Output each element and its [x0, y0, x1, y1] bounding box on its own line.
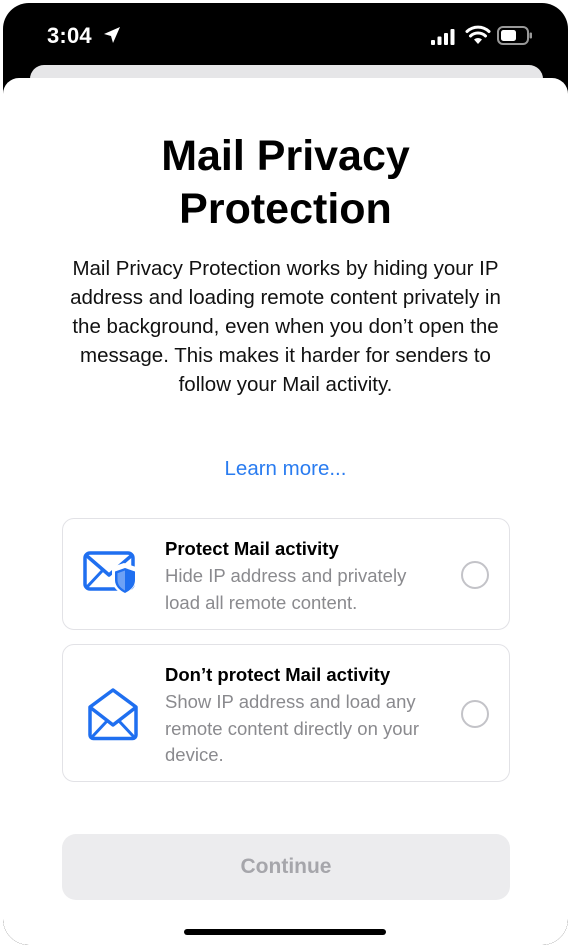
home-indicator	[184, 929, 386, 935]
privacy-sheet: Mail Privacy Protection Mail Privacy Pro…	[3, 78, 568, 945]
learn-more-link[interactable]: Learn more...	[3, 457, 568, 481]
description-text: Mail Privacy Protection works by hiding …	[70, 257, 501, 396]
battery-icon	[497, 26, 532, 45]
wifi-icon	[465, 25, 491, 44]
radio-button[interactable]	[461, 700, 489, 728]
phone-screen: 3:04 Mail Privacy Protection Mail Privac…	[3, 3, 568, 945]
radio-button[interactable]	[461, 561, 489, 589]
option-protect-mail-activity[interactable]: Protect Mail activity Hide IP address an…	[62, 518, 510, 630]
status-bar: 3:04	[3, 3, 568, 65]
option-title: Don’t protect Mail activity	[165, 664, 391, 685]
envelope-shield-icon	[83, 551, 136, 595]
option-text: Don’t protect Mail activity Show IP addr…	[165, 661, 445, 769]
option-description: Show IP address and load any remote cont…	[165, 691, 419, 765]
option-dont-protect-mail-activity[interactable]: Don’t protect Mail activity Show IP addr…	[62, 644, 510, 782]
cellular-signal-icon	[431, 29, 455, 45]
option-title: Protect Mail activity	[165, 538, 339, 559]
envelope-open-icon	[88, 688, 138, 741]
status-time: 3:04	[47, 23, 92, 48]
page-title: Mail Privacy Protection	[161, 132, 410, 233]
continue-button[interactable]: Continue	[62, 834, 510, 900]
option-text: Protect Mail activity Hide IP address an…	[165, 535, 445, 616]
option-description: Hide IP address and privately load all r…	[165, 565, 407, 613]
location-arrow-icon	[104, 27, 120, 43]
